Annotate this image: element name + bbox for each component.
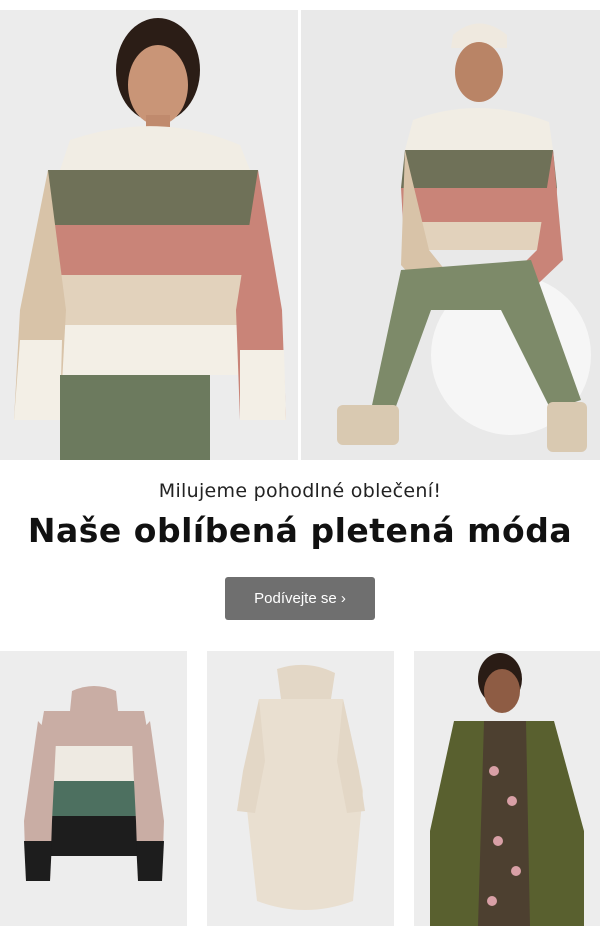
hero-photo-front[interactable]	[0, 10, 298, 460]
product-card-colorblock-sweater[interactable]	[0, 651, 187, 926]
promo-headline: Naše oblíbená pletená móda	[27, 511, 573, 550]
promo-subtitle: Milujeme pohodlné oblečení!	[158, 480, 442, 502]
product-row	[0, 651, 600, 926]
product-card-knit-dress[interactable]	[207, 651, 394, 926]
view-collection-button[interactable]: Podívejte se ›	[225, 577, 375, 620]
hero-banner[interactable]	[0, 10, 600, 460]
product-card-cardigan[interactable]	[414, 651, 600, 926]
hero-photo-seated[interactable]	[301, 10, 600, 460]
